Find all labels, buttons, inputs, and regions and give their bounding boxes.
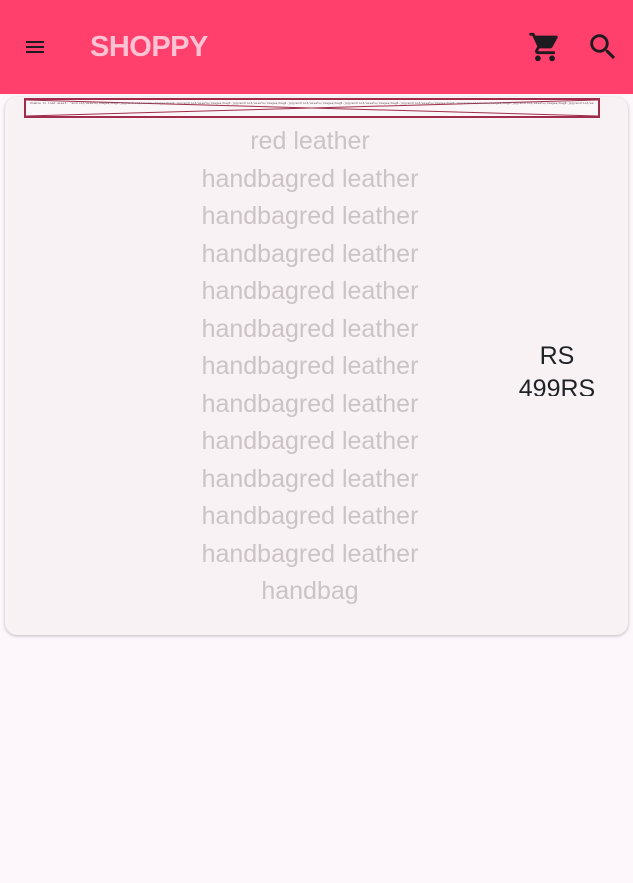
description-line: handbagred leather — [201, 239, 419, 268]
product-price: RS 499RS — [518, 342, 596, 396]
image-error-message: Unable to load asset: "android/assets/im… — [30, 101, 594, 105]
description-line: handbagred leather — [201, 539, 419, 568]
product-card[interactable]: Unable to load asset: "android/assets/im… — [5, 97, 628, 635]
description-line: handbag — [261, 577, 359, 605]
search-icon — [590, 34, 616, 60]
description-line: handbagred leather — [201, 464, 419, 493]
description-line: handbagred leather — [201, 164, 419, 193]
menu-icon — [26, 41, 44, 53]
cart-button[interactable] — [526, 28, 564, 66]
description-line: red leather — [250, 127, 370, 155]
search-button[interactable] — [584, 28, 622, 66]
description-line: handbagred leather — [201, 202, 419, 230]
description-line: handbagred leather — [201, 502, 419, 530]
app-title: SHOPPY — [90, 31, 208, 63]
description-line: handbagred leather — [201, 427, 419, 455]
shopping-cart-icon — [529, 32, 558, 62]
app-bar: SHOPPY — [0, 0, 633, 94]
menu-button[interactable] — [17, 29, 53, 65]
product-image-error: Unable to load asset: "android/assets/im… — [24, 98, 600, 118]
description-line: handbagred leather — [201, 277, 419, 305]
